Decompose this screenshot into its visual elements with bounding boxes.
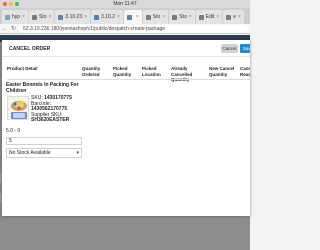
column-header-product-detail: Product Detail bbox=[7, 66, 38, 71]
close-tab-icon[interactable]: × bbox=[22, 14, 25, 20]
browser-tab[interactable]: Sto × bbox=[142, 10, 169, 24]
product-thumbnail-image bbox=[7, 96, 29, 120]
browser-tab-label: 3.10.23 bbox=[65, 14, 83, 20]
column-header-quantity-ordered: Quantity Ordered bbox=[82, 66, 101, 77]
browser-tab[interactable]: e × bbox=[223, 10, 244, 24]
header-divider bbox=[7, 79, 250, 80]
tab-icon bbox=[58, 14, 64, 20]
close-tab-icon[interactable]: × bbox=[216, 14, 219, 20]
quantity-range-text: 5.0 - 0 bbox=[6, 128, 21, 134]
browser-tab[interactable]: Sto × bbox=[28, 10, 55, 24]
close-tab-icon[interactable]: × bbox=[189, 14, 192, 20]
browser-tab[interactable]: Sto × bbox=[169, 10, 195, 24]
tab-icon bbox=[198, 14, 204, 20]
tab-icon bbox=[226, 14, 232, 20]
browser-tab[interactable]: Edit × bbox=[195, 10, 223, 24]
browser-tab-label: hyp bbox=[12, 14, 21, 20]
close-tab-icon[interactable]: × bbox=[162, 14, 165, 20]
product-supplier-sku: SH3620EASTER bbox=[31, 117, 70, 123]
page-icon bbox=[126, 14, 132, 20]
close-tab-icon[interactable]: × bbox=[49, 14, 52, 20]
url-field[interactable]: 52.3.10.236:180/joomlashop/v1/public/des… bbox=[19, 24, 248, 33]
close-tab-icon[interactable]: × bbox=[238, 14, 241, 20]
browser-tab[interactable]: 3.10.23 × bbox=[55, 10, 91, 24]
browser-tab[interactable]: × bbox=[123, 10, 142, 24]
browser-tab[interactable]: 3.10.2 × bbox=[91, 10, 123, 24]
os-titlebar: Mon 11:47 bbox=[0, 0, 250, 8]
column-header-picked-location: Picked Location bbox=[142, 66, 161, 77]
back-icon[interactable]: ← bbox=[2, 24, 8, 34]
chevron-down-icon: ▾ bbox=[76, 150, 79, 156]
tab-icon bbox=[31, 14, 37, 20]
menu-clock: Mon 11:47 bbox=[113, 1, 137, 7]
seller-icon bbox=[5, 14, 10, 20]
browser-address-bar: ← ↻ 52.3.10.236:180/joomlashop/v1/public… bbox=[0, 24, 250, 34]
column-header-cancel-reason: Cancel Reason bbox=[240, 66, 250, 77]
browser-tab-label: e bbox=[233, 14, 236, 20]
tab-icon bbox=[172, 14, 178, 20]
column-header-new-cancel-quantity: New Cancel Quantity bbox=[209, 66, 235, 77]
browser-tab-label: 3.10.2 bbox=[101, 14, 115, 20]
stock-status-selected: No Stock Available bbox=[9, 150, 51, 156]
cancel-button[interactable]: Cancel bbox=[221, 44, 238, 53]
stock-status-select[interactable]: No Stock Available ▾ bbox=[6, 148, 82, 158]
close-tab-icon[interactable]: × bbox=[84, 14, 87, 20]
close-tab-icon[interactable]: × bbox=[136, 14, 139, 20]
browser-tab-strip: hyp × Sto × 3.10.23 × 3.10.2 × × Sto × Sto × Edit × e × bbox=[0, 8, 250, 24]
modal-header: CANCEL ORDER Cancel Save bbox=[2, 40, 250, 57]
column-header-picked-quantity: Picked Quantity bbox=[113, 66, 132, 77]
close-tab-icon[interactable]: × bbox=[117, 14, 120, 20]
reload-icon[interactable]: ↻ bbox=[11, 24, 16, 34]
browser-tab-label: Sto bbox=[152, 14, 161, 20]
tab-icon bbox=[94, 14, 100, 20]
cancel-order-modal: CANCEL ORDER Cancel Save Product Detail … bbox=[2, 40, 250, 216]
save-button[interactable]: Save bbox=[240, 44, 250, 53]
browser-tab-label: Edit bbox=[205, 14, 215, 20]
tab-icon bbox=[145, 14, 151, 20]
browser-tab[interactable]: hyp × bbox=[2, 10, 28, 24]
browser-tab-label: Sto bbox=[38, 14, 47, 20]
product-name: Easter Bonnets In Packing For Children bbox=[6, 82, 79, 94]
cancel-quantity-input[interactable]: 5 bbox=[6, 137, 82, 145]
modal-title: CANCEL ORDER bbox=[9, 46, 51, 52]
browser-tab-label: Sto bbox=[179, 14, 187, 20]
column-header-already-cancelled-quantity: Already Cancelled Quantity bbox=[171, 66, 193, 82]
